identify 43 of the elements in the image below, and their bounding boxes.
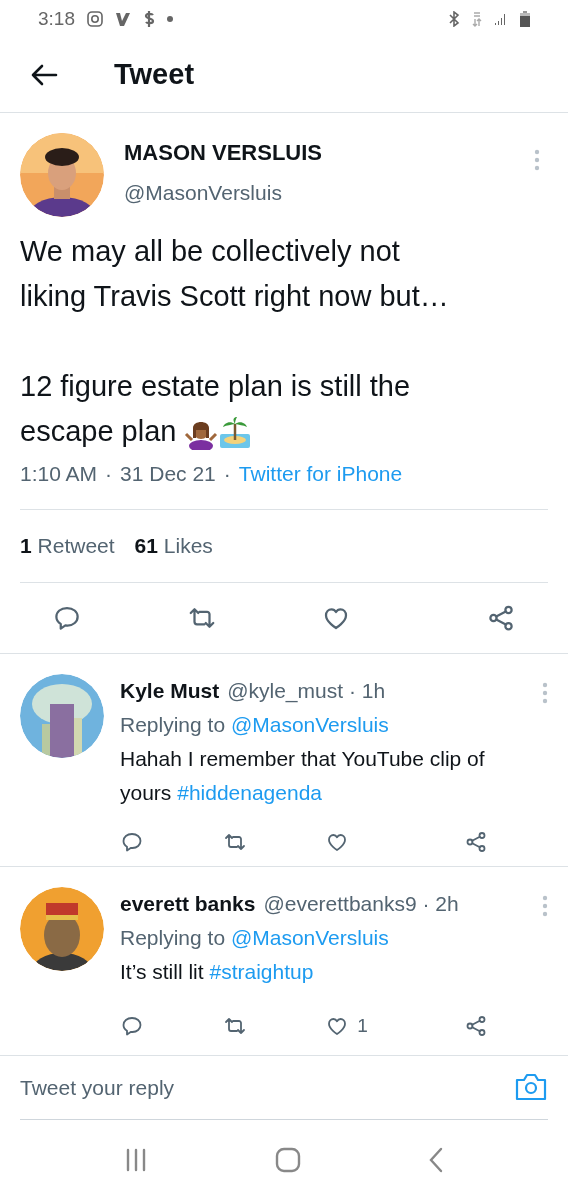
dollar-icon — [143, 11, 155, 28]
v-icon — [115, 11, 131, 28]
mention-link[interactable]: @MasonVersluis — [230, 925, 389, 949]
separator-dot: · — [105, 460, 113, 487]
clock: 3:18 — [38, 6, 75, 31]
replying-to: Replying to @MasonVersluis — [120, 924, 390, 951]
home-icon[interactable] — [275, 1147, 301, 1173]
reply-field[interactable]: Tweet your reply — [20, 1071, 514, 1103]
data-icon — [472, 11, 482, 28]
more-icon[interactable] — [534, 148, 540, 171]
retweet-count[interactable]: 1 Retweet — [20, 530, 115, 562]
camera-icon — [87, 11, 103, 28]
back-arrow-icon[interactable] — [30, 62, 58, 87]
source-link[interactable]: Twitter for iPhone — [238, 457, 403, 489]
likes-count[interactable]: 61 Likes — [134, 530, 213, 562]
tweet-text: 12 figure estate plan is still the escape plan — [20, 363, 468, 454]
reply-author-name: everett banks — [120, 890, 256, 917]
signal-icon — [494, 12, 508, 27]
reply-meta: @everettbanks9 · 2h — [263, 890, 459, 917]
tweet-text: We may all be collectively not liking Travis Scott right now but… — [20, 233, 450, 314]
separator-dot: · — [223, 460, 231, 487]
hashtag-link[interactable]: #straightup — [209, 959, 314, 983]
dot-icon — [167, 16, 173, 23]
author-name: MASON VERSLUIS — [124, 139, 324, 168]
camera-icon[interactable] — [514, 1072, 548, 1103]
mention-link[interactable]: @MasonVersluis — [230, 712, 389, 736]
replying-to: Replying to @MasonVersluis — [120, 711, 390, 738]
back-icon[interactable] — [428, 1147, 445, 1173]
like-count: 1 — [357, 1013, 368, 1038]
bluetooth-icon — [448, 11, 460, 28]
more-icon[interactable] — [542, 894, 548, 917]
reply-text: Hahah I remember that YouTube clip of yours #hiddenagenda — [120, 745, 486, 806]
tweet-date: 31 Dec 21 — [120, 460, 216, 487]
reply-meta: @kyle_must · 1h — [227, 677, 386, 705]
battery-icon — [520, 11, 530, 28]
page-title: Tweet — [114, 57, 195, 93]
more-icon[interactable] — [542, 681, 548, 704]
tweet-time: 1:10 AM — [20, 460, 98, 487]
reply-text: It’s still lit #straightup — [120, 958, 315, 985]
author-handle: @MasonVersluis — [124, 180, 283, 207]
reply-author-name: Kyle Must — [120, 677, 220, 704]
island-emoji-icon — [218, 415, 253, 450]
hashtag-link[interactable]: #hiddenagenda — [177, 780, 323, 804]
